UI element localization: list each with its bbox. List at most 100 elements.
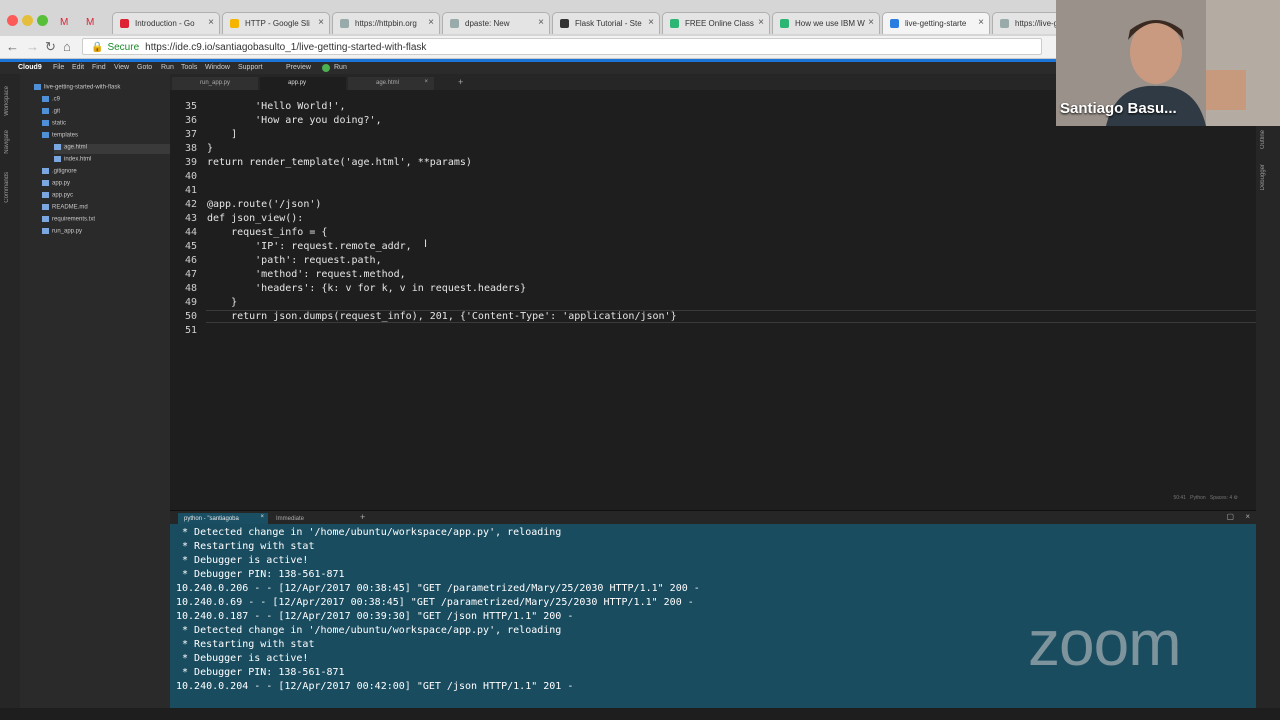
minimize-window-icon[interactable] [22,15,33,26]
tree-file[interactable]: index.html [54,156,91,166]
browser-tab[interactable]: HTTP - Google Sli × [222,12,330,34]
file-tree: live-getting-started-with-flask .c9 .git st… [20,74,196,708]
tree-label: README.md [52,204,88,211]
close-tab-icon[interactable]: × [648,17,654,28]
tab-label: age.html [376,80,400,86]
terminal-line: * Detected change in '/home/ubuntu/works… [176,527,562,538]
language-mode[interactable]: Python [1190,495,1206,501]
menu-file[interactable]: File [53,64,64,71]
browser-tab-label: How we use IBM W [795,19,865,28]
close-tab-icon[interactable]: × [260,514,264,520]
preview-button[interactable]: Preview [286,64,311,71]
code-line: def json_view(): [207,213,304,224]
terminal-line: * Detected change in '/home/ubuntu/works… [176,625,562,636]
outline-rail-tab[interactable]: Outline [1260,130,1266,149]
url-field[interactable]: 🔒 Secure https://ide.c9.io/santiagobasulto… [82,38,1042,55]
menu-find[interactable]: Find [92,64,106,71]
r-icon [560,19,569,28]
file-icon [42,192,49,198]
close-tab-icon[interactable]: × [758,17,764,28]
new-terminal-icon[interactable]: + [360,512,365,522]
gmail-pinned-icon[interactable]: M [86,17,94,28]
tree-file[interactable]: .gitignore [42,168,77,178]
tree-folder[interactable]: static [42,120,66,130]
folder-icon [34,84,41,90]
close-tab-icon[interactable]: × [868,17,874,28]
terminal-line: 10.240.0.69 - - [12/Apr/2017 00:38:45] "… [176,597,694,608]
reload-icon[interactable]: ↻ [45,39,56,55]
tree-file[interactable]: requirements.txt [42,216,95,226]
browser-tab[interactable]: Flask Tutorial - Ste × [552,12,660,34]
close-tab-icon[interactable]: × [208,17,214,28]
browser-tab[interactable]: live-getting-starte × [882,12,990,34]
indent-setting[interactable]: Spaces: 4 [1210,495,1232,501]
browser-tab-label: FREE Online Class [685,19,754,28]
run-icon[interactable] [322,64,330,72]
folder-icon [42,120,49,126]
menu-cloud9[interactable]: Cloud9 [18,64,42,71]
menu-edit[interactable]: Edit [72,64,84,71]
close-panel-icon[interactable]: × [1245,512,1250,521]
menu-goto[interactable]: Goto [137,64,152,71]
tab-app-py[interactable]: app.py [260,77,346,90]
code-line: } [207,143,214,154]
slides-icon [230,19,239,28]
browser-tab[interactable]: Introduction - Go × [112,12,220,34]
tab-run-app-py[interactable]: run_app.py [172,77,258,90]
browser-tab[interactable]: FREE Online Class × [662,12,770,34]
close-tab-icon[interactable]: × [318,17,324,28]
browser-tab[interactable]: https://httpbin.org × [332,12,440,34]
page-icon [1000,19,1009,28]
tree-file[interactable]: README.md [42,204,88,214]
close-tab-icon[interactable]: × [538,17,544,28]
close-window-icon[interactable] [7,15,18,26]
tree-file[interactable]: run_app.py [42,228,82,238]
menu-support[interactable]: Support [238,64,263,71]
line-number: 51 [184,325,197,336]
run-button[interactable]: Run [334,64,347,71]
file-icon [54,144,61,150]
line-number: 42 [184,199,197,210]
tree-folder[interactable]: .c9 [42,96,60,106]
new-tab-icon[interactable]: + [458,77,463,87]
gmail-pinned-icon[interactable]: M [60,17,68,28]
close-tab-icon[interactable]: × [424,79,428,85]
tree-label: index.html [64,156,92,163]
close-tab-icon[interactable]: × [428,17,434,28]
browser-tab[interactable]: dpaste: New × [442,12,550,34]
back-icon[interactable]: ← [6,39,19,54]
gmail-icon [120,19,129,28]
home-icon[interactable]: ⌂ [63,39,71,54]
workspace-rail-tab[interactable]: Workspace [4,86,10,116]
tree-file[interactable]: app.pyc [42,192,73,202]
menu-tools[interactable]: Tools [181,64,197,71]
tree-folder[interactable]: .git [42,108,60,118]
line-number: 35 [184,101,197,112]
browser-tab-label: Flask Tutorial - Ste [575,19,642,28]
menu-view[interactable]: View [114,64,129,71]
tree-folder[interactable]: templates [42,132,78,142]
terminal-line: * Restarting with stat [176,639,315,650]
m-icon [670,19,679,28]
browser-tab[interactable]: How we use IBM W × [772,12,880,34]
folder-icon [42,132,49,138]
close-tab-icon[interactable]: × [978,17,984,28]
commands-rail-tab[interactable]: Commands [4,172,10,203]
menu-window[interactable]: Window [205,64,230,71]
code-editor[interactable]: 35 36 37 38 39 40 41 42 43 44 45 46 47 48 49 50 51 'Hell… [170,90,1256,510]
tree-folder[interactable]: live-getting-started-with-flask [34,84,120,94]
browser-tab-label: live-getting-starte [905,19,967,28]
debugger-rail-tab[interactable]: Debugger [1260,164,1266,190]
terminal-line: * Restarting with stat [176,541,315,552]
line-number: 49 [184,297,197,308]
line-number: 36 [184,115,197,126]
settings-gear-icon[interactable]: ⚙ [1234,495,1238,501]
maximize-panel-icon[interactable]: ▢ [1226,512,1234,521]
menu-run[interactable]: Run [161,64,174,71]
navigate-rail-tab[interactable]: Navigate [4,130,10,154]
tree-file[interactable]: app.py [42,180,70,190]
maximize-window-icon[interactable] [37,15,48,26]
forward-icon[interactable]: → [26,39,39,54]
tab-age-html[interactable]: age.html × [348,77,434,90]
text-cursor-icon: I [424,238,428,250]
